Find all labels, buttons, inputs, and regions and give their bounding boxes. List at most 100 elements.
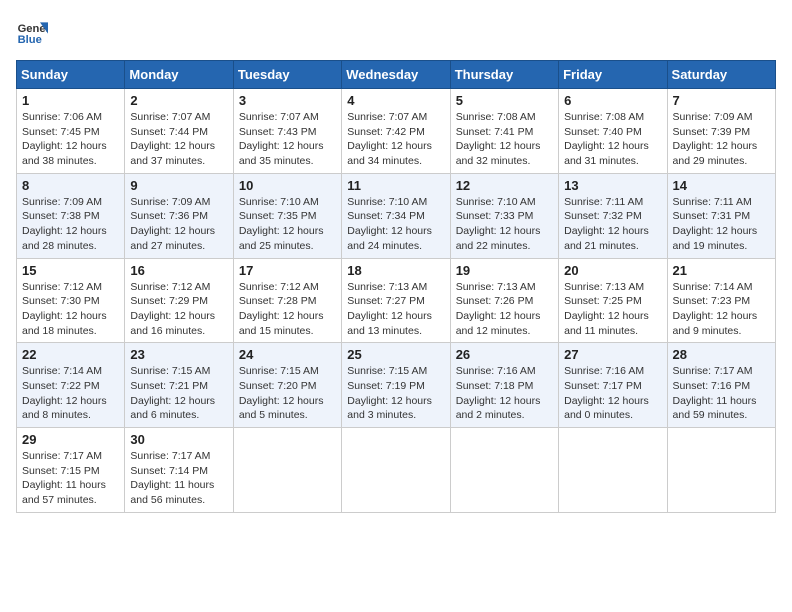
day-number: 2 (130, 93, 227, 108)
table-row: 17 Sunrise: 7:12 AMSunset: 7:28 PMDayligh… (233, 258, 341, 343)
col-thursday: Thursday (450, 61, 558, 89)
day-number: 23 (130, 347, 227, 362)
table-row: 2 Sunrise: 7:07 AMSunset: 7:44 PMDaylight… (125, 89, 233, 174)
col-wednesday: Wednesday (342, 61, 450, 89)
day-number: 11 (347, 178, 444, 193)
table-row (667, 428, 775, 513)
day-number: 13 (564, 178, 661, 193)
col-saturday: Saturday (667, 61, 775, 89)
table-row: 10 Sunrise: 7:10 AMSunset: 7:35 PMDayligh… (233, 173, 341, 258)
day-info: Sunrise: 7:13 AMSunset: 7:26 PMDaylight:… (456, 280, 553, 339)
calendar-row: 29 Sunrise: 7:17 AMSunset: 7:15 PMDayligh… (17, 428, 776, 513)
table-row: 14 Sunrise: 7:11 AMSunset: 7:31 PMDayligh… (667, 173, 775, 258)
table-row: 24Sunrise: 7:15 AMSunset: 7:20 PMDayligh… (233, 343, 341, 428)
day-info: Sunrise: 7:15 AMSunset: 7:21 PMDaylight:… (130, 364, 227, 423)
table-row: 4 Sunrise: 7:07 AMSunset: 7:42 PMDaylight… (342, 89, 450, 174)
day-number: 9 (130, 178, 227, 193)
table-row: 19 Sunrise: 7:13 AMSunset: 7:26 PMDayligh… (450, 258, 558, 343)
table-row (342, 428, 450, 513)
calendar-row: 1 Sunrise: 7:06 AMSunset: 7:45 PMDaylight… (17, 89, 776, 174)
day-number: 10 (239, 178, 336, 193)
day-info: Sunrise: 7:13 AMSunset: 7:25 PMDaylight:… (564, 280, 661, 339)
table-row: 9 Sunrise: 7:09 AMSunset: 7:36 PMDaylight… (125, 173, 233, 258)
table-row: 27 Sunrise: 7:16 AMSunset: 7:17 PMDayligh… (559, 343, 667, 428)
svg-text:Blue: Blue (18, 34, 42, 46)
day-number: 17 (239, 263, 336, 278)
day-info: Sunrise: 7:12 AMSunset: 7:30 PMDaylight:… (22, 280, 119, 339)
calendar-table: Sunday Monday Tuesday Wednesday Thursday… (16, 60, 776, 513)
logo: General Blue (16, 16, 48, 48)
day-info: Sunrise: 7:10 AMSunset: 7:34 PMDaylight:… (347, 195, 444, 254)
day-number: 22 (22, 347, 119, 362)
table-row: 20Sunrise: 7:13 AMSunset: 7:25 PMDayligh… (559, 258, 667, 343)
table-row: 12 Sunrise: 7:10 AMSunset: 7:33 PMDayligh… (450, 173, 558, 258)
logo-icon: General Blue (16, 16, 48, 48)
page-header: General Blue (16, 16, 776, 48)
table-row (450, 428, 558, 513)
day-info: Sunrise: 7:10 AMSunset: 7:33 PMDaylight:… (456, 195, 553, 254)
day-info: Sunrise: 7:17 AMSunset: 7:15 PMDaylight:… (22, 449, 119, 508)
table-row: 30Sunrise: 7:17 AMSunset: 7:14 PMDayligh… (125, 428, 233, 513)
table-row: 6 Sunrise: 7:08 AMSunset: 7:40 PMDaylight… (559, 89, 667, 174)
calendar-header-row: Sunday Monday Tuesday Wednesday Thursday… (17, 61, 776, 89)
day-info: Sunrise: 7:09 AMSunset: 7:38 PMDaylight:… (22, 195, 119, 254)
table-row: 18 Sunrise: 7:13 AMSunset: 7:27 PMDayligh… (342, 258, 450, 343)
day-info: Sunrise: 7:07 AMSunset: 7:42 PMDaylight:… (347, 110, 444, 169)
table-row: 1 Sunrise: 7:06 AMSunset: 7:45 PMDaylight… (17, 89, 125, 174)
table-row (559, 428, 667, 513)
day-info: Sunrise: 7:08 AMSunset: 7:40 PMDaylight:… (564, 110, 661, 169)
table-row: 25 Sunrise: 7:15 AMSunset: 7:19 PMDayligh… (342, 343, 450, 428)
day-info: Sunrise: 7:07 AMSunset: 7:43 PMDaylight:… (239, 110, 336, 169)
day-number: 21 (673, 263, 770, 278)
day-number: 27 (564, 347, 661, 362)
day-info: Sunrise: 7:11 AMSunset: 7:31 PMDaylight:… (673, 195, 770, 254)
day-info: Sunrise: 7:07 AMSunset: 7:44 PMDaylight:… (130, 110, 227, 169)
day-info: Sunrise: 7:16 AMSunset: 7:17 PMDaylight:… (564, 364, 661, 423)
col-sunday: Sunday (17, 61, 125, 89)
day-number: 7 (673, 93, 770, 108)
day-number: 8 (22, 178, 119, 193)
day-number: 3 (239, 93, 336, 108)
day-info: Sunrise: 7:11 AMSunset: 7:32 PMDaylight:… (564, 195, 661, 254)
col-friday: Friday (559, 61, 667, 89)
day-info: Sunrise: 7:14 AMSunset: 7:22 PMDaylight:… (22, 364, 119, 423)
day-info: Sunrise: 7:09 AMSunset: 7:36 PMDaylight:… (130, 195, 227, 254)
day-number: 26 (456, 347, 553, 362)
calendar-row: 15 Sunrise: 7:12 AMSunset: 7:30 PMDayligh… (17, 258, 776, 343)
col-tuesday: Tuesday (233, 61, 341, 89)
day-number: 12 (456, 178, 553, 193)
day-info: Sunrise: 7:06 AMSunset: 7:45 PMDaylight:… (22, 110, 119, 169)
day-info: Sunrise: 7:12 AMSunset: 7:28 PMDaylight:… (239, 280, 336, 339)
col-monday: Monday (125, 61, 233, 89)
table-row: 5Sunrise: 7:08 AMSunset: 7:41 PMDaylight… (450, 89, 558, 174)
day-info: Sunrise: 7:08 AMSunset: 7:41 PMDaylight:… (456, 110, 553, 169)
day-number: 1 (22, 93, 119, 108)
day-info: Sunrise: 7:10 AMSunset: 7:35 PMDaylight:… (239, 195, 336, 254)
day-number: 29 (22, 432, 119, 447)
day-info: Sunrise: 7:14 AMSunset: 7:23 PMDaylight:… (673, 280, 770, 339)
day-number: 18 (347, 263, 444, 278)
day-number: 6 (564, 93, 661, 108)
day-number: 14 (673, 178, 770, 193)
table-row: 26Sunrise: 7:16 AMSunset: 7:18 PMDayligh… (450, 343, 558, 428)
table-row: 3 Sunrise: 7:07 AMSunset: 7:43 PMDaylight… (233, 89, 341, 174)
table-row: 22 Sunrise: 7:14 AMSunset: 7:22 PMDayligh… (17, 343, 125, 428)
day-number: 25 (347, 347, 444, 362)
day-number: 28 (673, 347, 770, 362)
table-row (233, 428, 341, 513)
table-row: 29 Sunrise: 7:17 AMSunset: 7:15 PMDayligh… (17, 428, 125, 513)
day-info: Sunrise: 7:09 AMSunset: 7:39 PMDaylight:… (673, 110, 770, 169)
day-info: Sunrise: 7:15 AMSunset: 7:19 PMDaylight:… (347, 364, 444, 423)
table-row: 23 Sunrise: 7:15 AMSunset: 7:21 PMDayligh… (125, 343, 233, 428)
table-row: 7 Sunrise: 7:09 AMSunset: 7:39 PMDaylight… (667, 89, 775, 174)
calendar-row: 8 Sunrise: 7:09 AMSunset: 7:38 PMDaylight… (17, 173, 776, 258)
day-info: Sunrise: 7:13 AMSunset: 7:27 PMDaylight:… (347, 280, 444, 339)
day-number: 4 (347, 93, 444, 108)
table-row: 11 Sunrise: 7:10 AMSunset: 7:34 PMDayligh… (342, 173, 450, 258)
day-number: 15 (22, 263, 119, 278)
day-number: 30 (130, 432, 227, 447)
day-number: 19 (456, 263, 553, 278)
table-row: 8 Sunrise: 7:09 AMSunset: 7:38 PMDaylight… (17, 173, 125, 258)
day-number: 24 (239, 347, 336, 362)
table-row: 28Sunrise: 7:17 AMSunset: 7:16 PMDayligh… (667, 343, 775, 428)
